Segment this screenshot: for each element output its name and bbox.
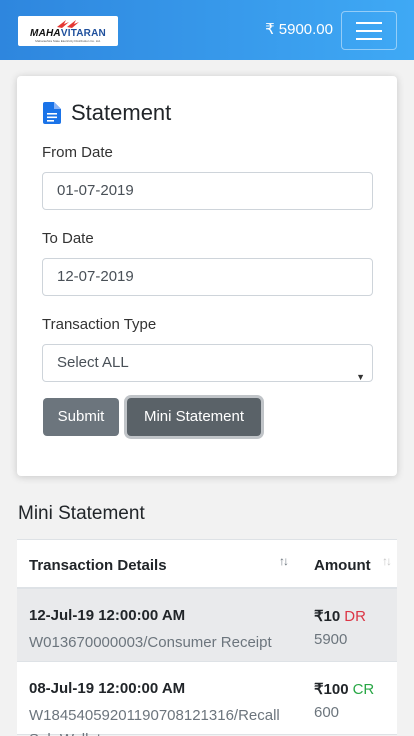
table-row[interactable]: 12-Jul-19 12:00:00 AM W013670000003/Cons… (17, 589, 397, 662)
debit-badge: DR (344, 608, 366, 625)
wallet-balance: ₹ 5900.00 (265, 21, 333, 38)
logo-bolt-icon (55, 19, 81, 28)
hamburger-icon[interactable] (341, 11, 397, 50)
page-title: Statement (71, 100, 172, 125)
document-icon (43, 102, 61, 124)
mahavitaran-logo[interactable]: MAHAVITARAN Maharashtra State Electricit… (18, 16, 118, 46)
table-row[interactable]: 08-Jul-19 12:00:00 AM W18454059201190708… (17, 662, 397, 736)
transaction-type-select[interactable]: Select ALL ▼ (42, 344, 373, 382)
logo-subtitle: Maharashtra State Electricity Distributi… (35, 39, 101, 43)
card-header: Statement (43, 100, 171, 126)
amount-value: ₹10 (314, 608, 341, 625)
menu-line (356, 29, 382, 32)
transaction-date: 12-Jul-19 12:00:00 AM (29, 607, 186, 624)
transaction-type-value: Select ALL (57, 354, 129, 371)
column-transaction-details[interactable]: Transaction Details (29, 557, 167, 574)
submit-button[interactable]: Submit (43, 398, 119, 436)
statement-card: Statement From Date 01-07-2019 To Date 1… (17, 76, 397, 476)
column-amount[interactable]: Amount (314, 557, 371, 574)
from-date-input[interactable]: 01-07-2019 (42, 172, 373, 210)
table-header: Transaction Details ↑↓ Amount ↑↓ (17, 539, 397, 589)
to-date-label: To Date (42, 230, 94, 247)
caret-down-icon: ▼ (356, 372, 365, 382)
sort-icon[interactable]: ↑↓ (382, 554, 392, 568)
mini-statement-table: Transaction Details ↑↓ Amount ↑↓ 12-Jul-… (17, 539, 397, 736)
menu-line (356, 21, 382, 24)
transaction-amount: ₹100 CR (314, 680, 374, 698)
transaction-description: W18454059201190708121316/Recall Sub Wall… (29, 707, 280, 736)
menu-line (356, 37, 382, 40)
logo-wordmark: MAHAVITARAN (30, 28, 106, 39)
transaction-balance: 5900 (314, 631, 348, 648)
transaction-amount: ₹10 DR (314, 607, 366, 625)
mini-statement-button[interactable]: Mini Statement (127, 398, 261, 436)
credit-badge: CR (352, 681, 375, 698)
mini-statement-heading: Mini Statement (18, 503, 145, 524)
transaction-description: W013670000003/Consumer Receipt (29, 634, 272, 651)
transaction-date: 08-Jul-19 12:00:00 AM (29, 680, 186, 697)
to-date-input[interactable]: 12-07-2019 (42, 258, 373, 296)
from-date-label: From Date (42, 144, 113, 161)
sort-icon[interactable]: ↑↓ (279, 554, 289, 568)
transaction-balance: 600 (314, 704, 340, 721)
top-bar: MAHAVITARAN Maharashtra State Electricit… (0, 0, 414, 60)
transaction-type-label: Transaction Type (42, 316, 157, 333)
amount-value: ₹100 (314, 681, 349, 698)
